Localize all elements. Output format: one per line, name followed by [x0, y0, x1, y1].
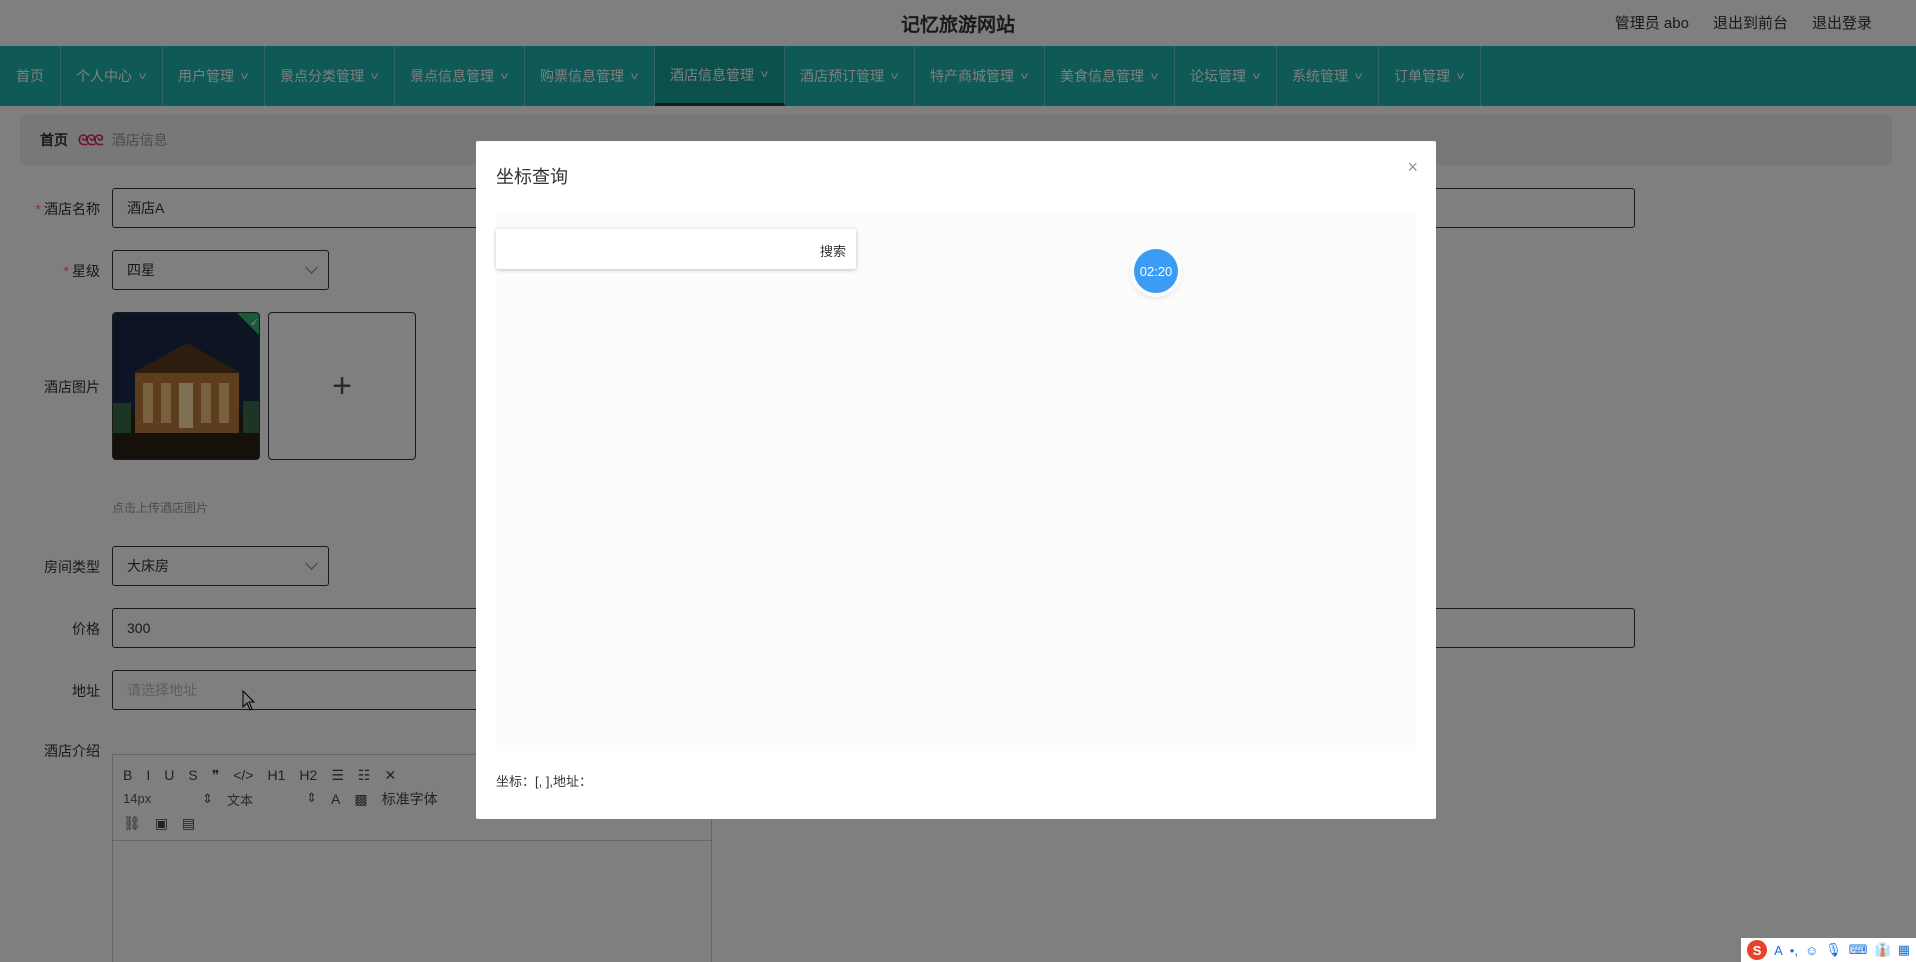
coordinate-readout: 坐标：[, ],地址：: [496, 774, 593, 789]
sogou-logo-icon[interactable]: S: [1747, 940, 1768, 960]
timer-badge[interactable]: 02:20: [1134, 249, 1178, 293]
map-search-input[interactable]: 搜索: [496, 229, 856, 269]
keyboard-icon[interactable]: ⌨: [1849, 942, 1868, 958]
coordinate-dialog: 坐标查询 × 搜索 坐标：[, ],地址：: [476, 141, 1436, 819]
punctuation-icon[interactable]: •,: [1790, 943, 1798, 958]
close-icon[interactable]: ×: [1407, 157, 1418, 178]
input-mode-icon[interactable]: A: [1774, 943, 1783, 958]
dialog-title: 坐标查询: [496, 167, 568, 187]
skin-icon[interactable]: 👔: [1875, 942, 1891, 958]
ime-toolbar: S A •, ☺ 🎙 ⌨ 👔 ▦: [1741, 938, 1916, 962]
microphone-icon[interactable]: 🎙: [1825, 942, 1842, 958]
grid-menu-icon[interactable]: ▦: [1898, 942, 1910, 958]
emoji-icon[interactable]: ☺: [1805, 943, 1818, 958]
map-area[interactable]: [496, 211, 1416, 751]
search-button[interactable]: 搜索: [820, 241, 846, 260]
